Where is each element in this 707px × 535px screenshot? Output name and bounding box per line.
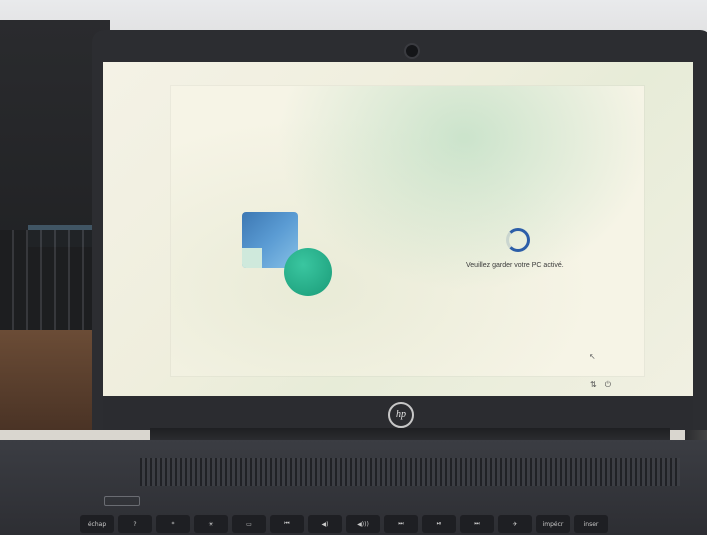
- key[interactable]: ◀))): [346, 515, 380, 533]
- hp-logo: hp: [388, 402, 414, 428]
- system-tray: ⇅ ⏻: [590, 380, 619, 390]
- key[interactable]: ◀): [308, 515, 342, 533]
- keyboard-top-row: échap ? * ☀ ▭ ⏮ ◀) ◀))) ⏭ ⏯ ⏭ ✈ impécr i…: [80, 515, 608, 533]
- key[interactable]: ☀: [194, 515, 228, 533]
- key[interactable]: échap: [80, 515, 114, 533]
- windows-setup-logo-accent: [242, 248, 262, 268]
- windows-setup-logo-circle: [284, 248, 332, 296]
- key[interactable]: ⏯: [422, 515, 456, 533]
- speaker-grille: [140, 458, 680, 486]
- photo-scene: Veuillez garder votre PC activé. ↖ ⇅ ⏻ hp…: [0, 0, 707, 535]
- key[interactable]: ?: [118, 515, 152, 533]
- status-text: Veuillez garder votre PC activé.: [466, 262, 564, 269]
- key[interactable]: impécr: [536, 515, 570, 533]
- key[interactable]: ✈: [498, 515, 532, 533]
- background-keyboard: [0, 230, 100, 330]
- power-icon[interactable]: ⏻: [605, 380, 611, 389]
- mouse-cursor-icon: ↖: [589, 352, 596, 361]
- key[interactable]: ⏮: [270, 515, 304, 533]
- webcam-icon: [404, 43, 420, 59]
- loading-spinner-icon: [506, 228, 530, 252]
- key[interactable]: ⏭: [384, 515, 418, 533]
- status-led: [104, 496, 140, 506]
- key[interactable]: *: [156, 515, 190, 533]
- key[interactable]: inser: [574, 515, 608, 533]
- key[interactable]: ▭: [232, 515, 266, 533]
- network-icon[interactable]: ⇅: [590, 380, 597, 389]
- key[interactable]: ⏭: [460, 515, 494, 533]
